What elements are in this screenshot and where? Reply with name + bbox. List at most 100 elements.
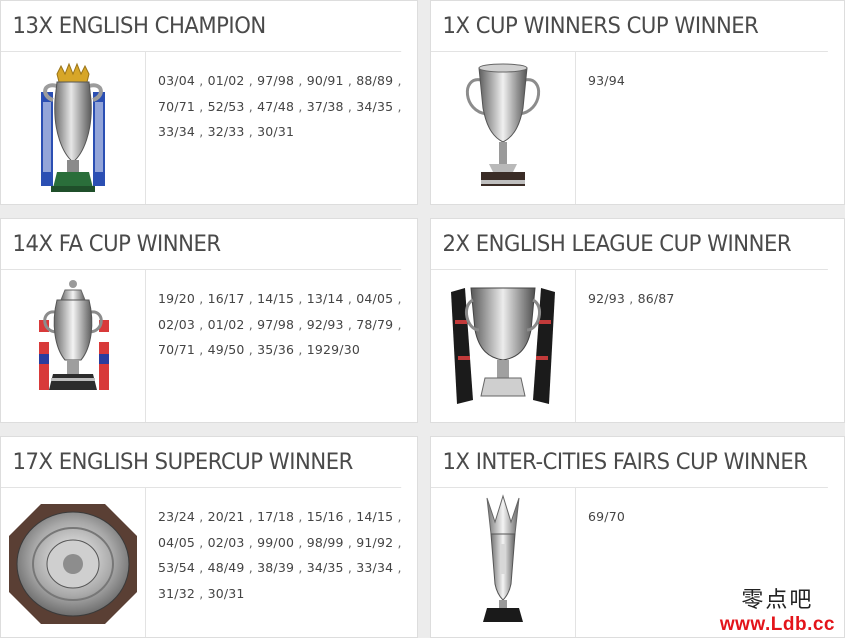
season-entry: 92/93	[306, 316, 344, 332]
season-entry: 91/92	[356, 534, 394, 550]
season-entry: 04/05	[158, 534, 196, 550]
season-entry: 52/53	[207, 98, 245, 114]
season-separator: ,	[195, 560, 208, 575]
season-entry: 97/98	[257, 316, 295, 332]
season-entry: 86/87	[637, 291, 675, 306]
premier-league-trophy-icon	[1, 52, 146, 204]
season-separator: ,	[294, 316, 307, 332]
fairs-cup-trophy-icon	[431, 488, 576, 637]
season-separator: ,	[244, 342, 258, 357]
season-separator: ,	[195, 585, 208, 601]
season-separator: ,	[625, 291, 638, 306]
season-separator: ,	[244, 124, 258, 139]
season-entry: 49/50	[207, 342, 245, 357]
season-separator: ,	[393, 98, 402, 114]
season-separator: ,	[195, 124, 208, 139]
season-separator: ,	[393, 509, 402, 524]
honour-card-english-champion: 13X ENGLISH CHAMPION 03/04 , 01/02 , 97/…	[0, 0, 418, 205]
season-separator: ,	[343, 73, 357, 88]
season-separator: ,	[195, 342, 208, 357]
season-separator: ,	[393, 560, 402, 575]
season-entry: 47/48	[257, 98, 295, 114]
season-separator: ,	[294, 534, 307, 550]
seasons-list: 92/93 , 86/87	[588, 286, 834, 312]
honour-card-english-supercup: 17X ENGLISH SUPERCUP WINNER 23/24 , 20/2…	[0, 436, 418, 638]
season-entry: 13/14	[306, 291, 344, 306]
season-entry: 69/70	[588, 509, 626, 524]
season-entry: 78/79	[356, 316, 394, 332]
season-separator: ,	[195, 291, 208, 306]
season-entry: 33/34	[158, 124, 196, 139]
season-entry: 17/18	[257, 509, 295, 524]
season-separator: ,	[393, 534, 402, 550]
season-entry: 34/35	[306, 560, 344, 575]
season-separator: ,	[294, 509, 307, 524]
league-cup-trophy-icon	[431, 270, 576, 422]
season-separator: ,	[294, 98, 307, 114]
season-separator: ,	[393, 316, 402, 332]
season-separator: ,	[244, 560, 258, 575]
season-separator: ,	[244, 73, 258, 88]
season-entry: 1929/30	[306, 342, 361, 357]
fa-cup-trophy-icon	[1, 270, 146, 422]
seasons-list: 19/20 , 16/17 , 14/15 , 13/14 , 04/05 , …	[158, 286, 407, 363]
seasons-list: 93/94	[588, 68, 834, 94]
season-entry: 90/91	[306, 73, 344, 88]
season-separator: ,	[343, 560, 357, 575]
season-separator: ,	[343, 509, 357, 524]
season-entry: 37/38	[306, 98, 344, 114]
season-entry: 16/17	[207, 291, 245, 306]
season-separator: ,	[195, 534, 208, 550]
season-separator: ,	[343, 98, 357, 114]
card-title: 13X ENGLISH CHAMPION	[1, 1, 402, 52]
season-entry: 93/94	[588, 73, 626, 88]
season-entry: 70/71	[158, 342, 196, 357]
season-separator: ,	[393, 73, 402, 88]
honour-card-fairs-cup: 1X INTER-CITIES FAIRS CUP WINNER 69/70	[430, 436, 845, 638]
season-entry: 03/04	[158, 73, 196, 88]
season-entry: 32/33	[207, 124, 245, 139]
season-separator: ,	[195, 73, 208, 88]
season-separator: ,	[294, 73, 307, 88]
card-title: 1X INTER-CITIES FAIRS CUP WINNER	[431, 437, 828, 488]
season-entry: 31/32	[158, 585, 196, 601]
season-entry: 99/00	[257, 534, 295, 550]
season-separator: ,	[244, 316, 258, 332]
season-separator: ,	[244, 534, 258, 550]
season-entry: 35/36	[257, 342, 295, 357]
card-title: 14X FA CUP WINNER	[1, 219, 402, 270]
season-separator: ,	[393, 291, 402, 306]
season-entry: 38/39	[257, 560, 295, 575]
season-entry: 01/02	[207, 316, 245, 332]
season-entry: 53/54	[158, 560, 196, 575]
season-separator: ,	[244, 98, 258, 114]
season-separator: ,	[244, 291, 258, 306]
season-entry: 30/31	[257, 124, 295, 139]
season-entry: 97/98	[257, 73, 295, 88]
season-entry: 70/71	[158, 98, 196, 114]
seasons-list: 03/04 , 01/02 , 97/98 , 90/91 , 88/89 , …	[158, 68, 407, 145]
card-title: 17X ENGLISH SUPERCUP WINNER	[1, 437, 402, 488]
season-separator: ,	[343, 291, 357, 306]
season-entry: 88/89	[356, 73, 394, 88]
season-entry: 92/93	[588, 291, 626, 306]
seasons-list: 69/70	[588, 504, 834, 530]
seasons-list: 23/24 , 20/21 , 17/18 , 15/16 , 14/15 , …	[158, 504, 407, 606]
season-entry: 01/02	[207, 73, 245, 88]
season-entry: 98/99	[306, 534, 344, 550]
honour-card-league-cup: 2X ENGLISH LEAGUE CUP WINNER 92/93 , 86/…	[430, 218, 845, 423]
community-shield-trophy-icon	[1, 488, 146, 637]
card-title: 1X CUP WINNERS CUP WINNER	[431, 1, 828, 52]
season-entry: 20/21	[207, 509, 245, 524]
season-entry: 02/03	[207, 534, 245, 550]
season-separator: ,	[294, 291, 307, 306]
season-entry: 14/15	[356, 509, 394, 524]
season-separator: ,	[343, 534, 357, 550]
season-entry: 02/03	[158, 316, 196, 332]
season-separator: ,	[195, 509, 208, 524]
season-separator: ,	[294, 560, 307, 575]
season-separator: ,	[195, 316, 208, 332]
honour-card-cup-winners-cup: 1X CUP WINNERS CUP WINNER 93/94	[430, 0, 845, 205]
season-separator: ,	[294, 342, 307, 357]
season-entry: 23/24	[158, 509, 196, 524]
